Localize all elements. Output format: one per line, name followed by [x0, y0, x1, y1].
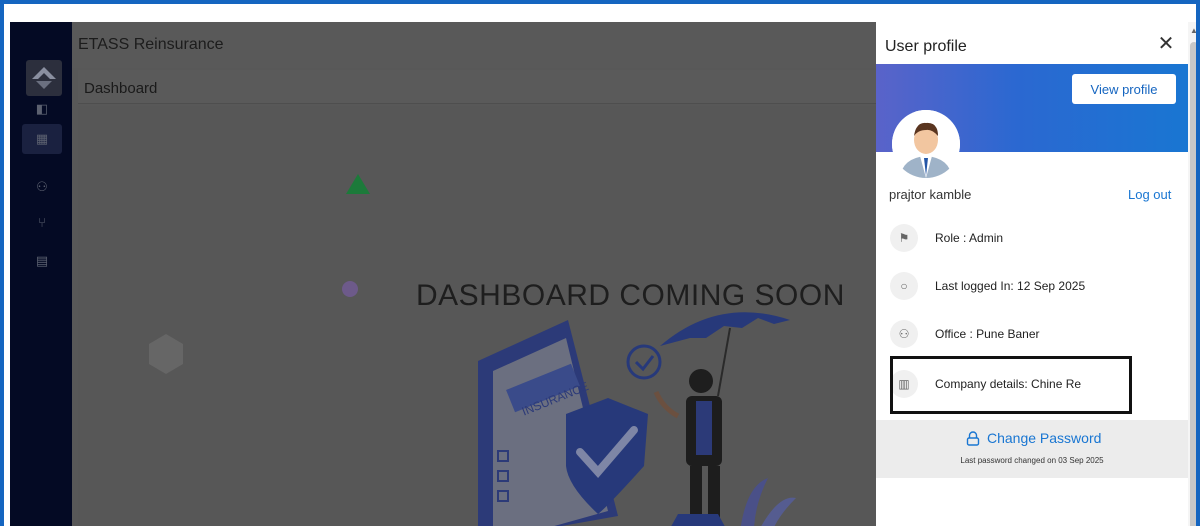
sidebar-item-branches[interactable]: ⑂ — [22, 207, 62, 237]
left-sidebar: ◧ ▦ ⚇ ⑂ ▤ — [10, 22, 72, 526]
org-chart-icon: ⚇ — [36, 179, 48, 194]
info-row-role: ⚑ Role : Admin — [890, 222, 1003, 254]
company-details-highlight — [890, 356, 1132, 414]
app-title: ETASS Reinsurance — [78, 36, 224, 53]
role-icon: ⚑ — [890, 224, 918, 252]
sidebar-item-dashboard[interactable]: ▦ — [22, 124, 62, 154]
info-row-last-login: ○ Last logged In: 12 Sep 2025 — [890, 270, 1085, 302]
check-bubble-icon — [626, 344, 662, 380]
office-icon: ⚇ — [890, 320, 918, 348]
password-section: Change Password Last password changed on… — [876, 420, 1188, 478]
user-profile-drawer: User profile ✕ View profile prajtor kamb… — [876, 22, 1188, 526]
lock-icon — [966, 430, 980, 446]
user-avatar-icon — [892, 110, 960, 178]
document-icon: ▤ — [35, 253, 49, 268]
umbrella-graphic — [660, 312, 790, 346]
logo-icon — [32, 67, 56, 89]
change-password-label: Change Password — [987, 430, 1102, 446]
plant-graphic — [740, 478, 768, 526]
close-icon[interactable]: ✕ — [1156, 34, 1176, 54]
app-logo — [26, 60, 62, 96]
profile-username: prajtor kamble — [889, 187, 972, 202]
dashboard-icon: ▦ — [35, 131, 49, 146]
page-header: Dashboard — [78, 70, 876, 104]
dot-shape — [342, 281, 358, 297]
password-changed-note: Last password changed on 03 Sep 2025 — [960, 456, 1104, 465]
role-text: Role : Admin — [935, 231, 1004, 245]
change-password-link[interactable]: Change Password — [966, 430, 1101, 446]
dashboard-illustration: INSURANCE — [149, 174, 796, 526]
sidebar-item-documents[interactable]: ▤ — [22, 246, 62, 276]
main-app-area: ETASS Reinsurance Dashboard INSURANCE DA… — [72, 22, 876, 526]
app-header: ETASS Reinsurance — [72, 22, 876, 68]
person-graphic — [689, 369, 713, 393]
drawer-title: User profile — [885, 38, 967, 55]
triangle-shape — [346, 174, 370, 194]
view-profile-button[interactable]: View profile — [1072, 74, 1176, 104]
hexagon-shape — [149, 334, 183, 374]
panel-icon: ◧ — [35, 101, 49, 116]
app-window: ◧ ▦ ⚇ ⑂ ▤ ETASS Reinsurance Dashboard IN… — [0, 0, 1200, 526]
clock-icon: ○ — [890, 272, 918, 300]
info-row-office: ⚇ Office : Pune Baner — [890, 318, 1040, 350]
office-text: Office : Pune Baner — [935, 327, 1040, 341]
sidebar-item-panel[interactable]: ◧ — [22, 94, 62, 124]
scroll-up-arrow-icon[interactable]: ▲ — [1189, 26, 1196, 36]
dashboard-content: INSURANCE DASHBOARD COMING SOON — [78, 106, 876, 526]
last-login-text: Last logged In: 12 Sep 2025 — [935, 279, 1086, 293]
sidebar-item-organization[interactable]: ⚇ — [22, 172, 62, 202]
logout-link[interactable]: Log out — [1128, 187, 1171, 202]
scroll-thumb[interactable] — [1190, 42, 1196, 526]
branch-icon: ⑂ — [38, 214, 46, 230]
coming-soon-heading: DASHBOARD COMING SOON — [416, 279, 845, 312]
drawer-scrollbar[interactable]: ▲ — [1188, 22, 1196, 526]
avatar — [892, 110, 960, 178]
page-title: Dashboard — [84, 80, 158, 97]
